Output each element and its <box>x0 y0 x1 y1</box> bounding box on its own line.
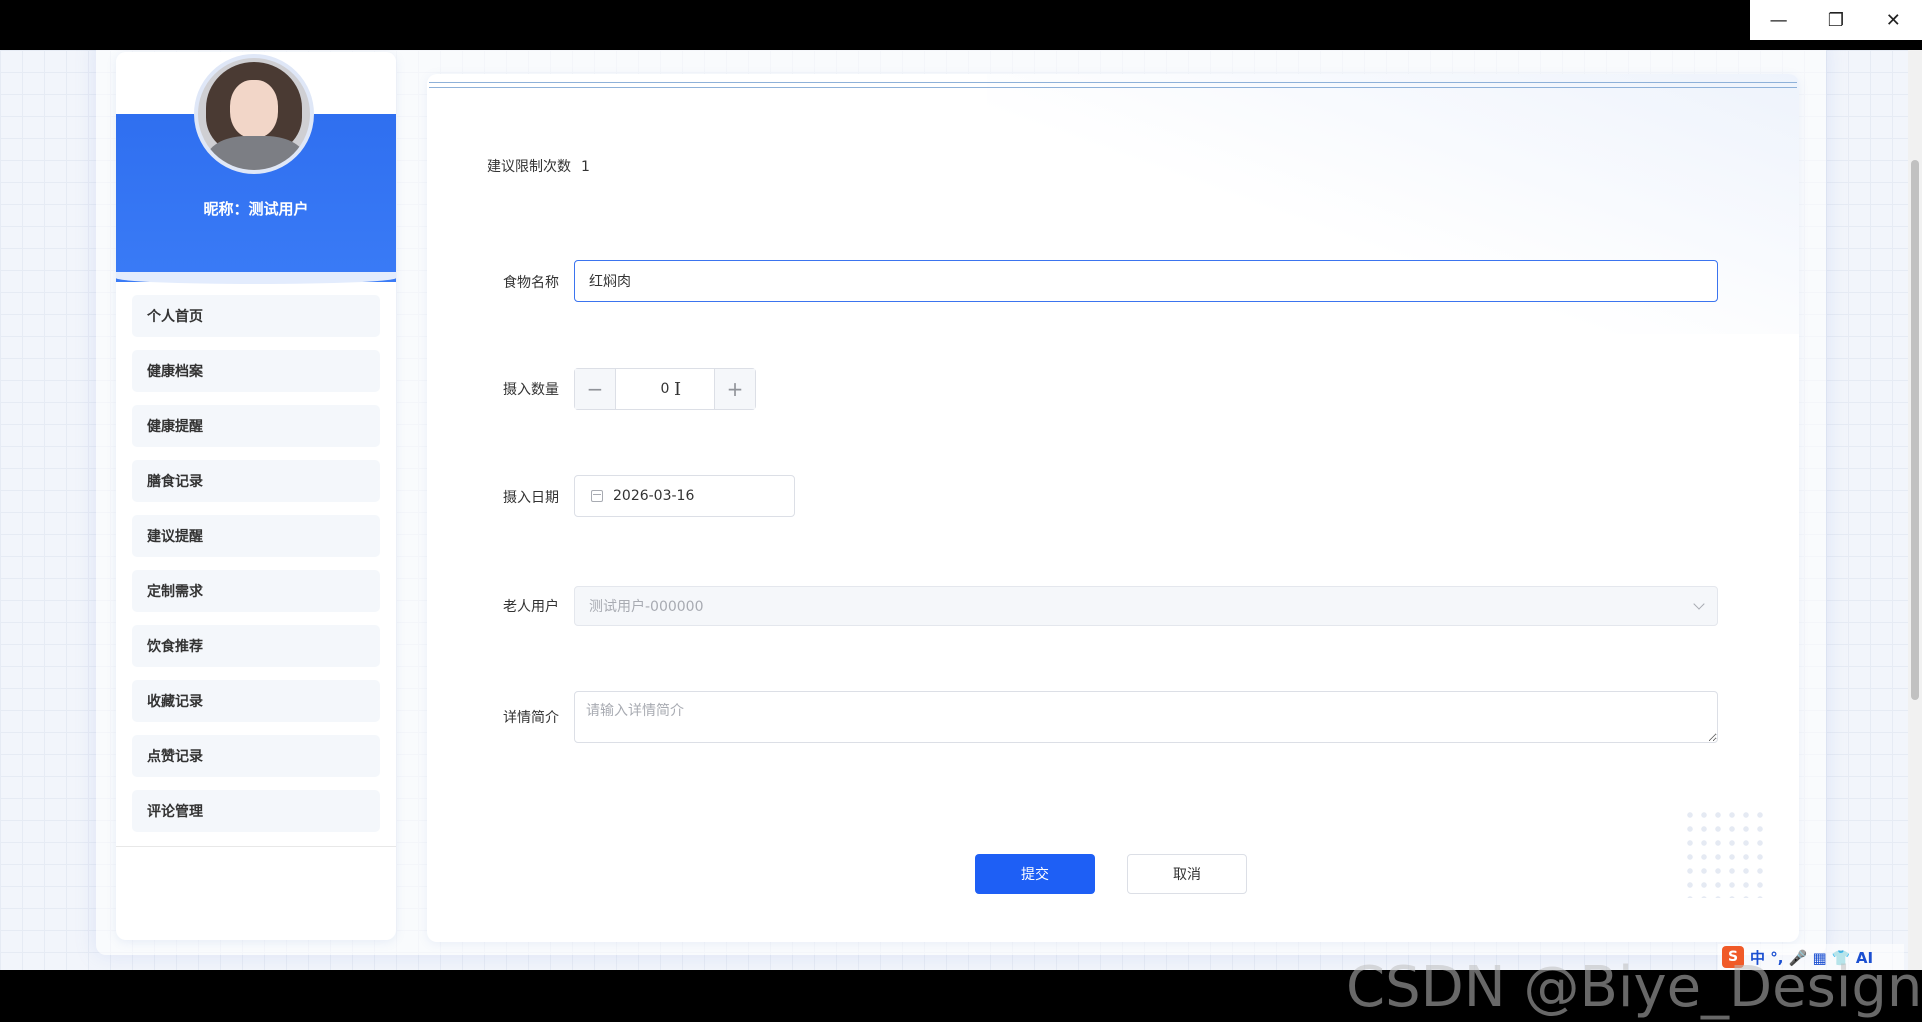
sidebar-divider <box>116 846 396 847</box>
detail-textarea[interactable] <box>574 691 1718 743</box>
page-viewport: 昵称：测试用户 个人首页 健康档案 健康提醒 膳食记录 建议提醒 定制需求 饮食… <box>0 50 1922 970</box>
sidebar-item-diet-recommendations[interactable]: 饮食推荐 <box>132 625 380 667</box>
quantity-label: 摄入数量 <box>503 382 559 398</box>
calendar-icon <box>591 490 603 502</box>
profile-wave-decoration <box>116 272 396 284</box>
quantity-stepper: − 0 I + <box>574 368 756 410</box>
date-value: 2026-03-16 <box>613 488 695 504</box>
user-nickname: 昵称：测试用户 <box>203 200 309 218</box>
elder-user-select[interactable]: 测试用户-000000 <box>574 586 1718 626</box>
page-scrollbar[interactable] <box>1908 50 1922 970</box>
panel-top-border <box>429 82 1797 88</box>
submit-button[interactable]: 提交 <box>975 854 1095 894</box>
food-name-label: 食物名称 <box>503 275 559 291</box>
diet-record-form-panel: 建议限制次数 1 食物名称 红焖肉 摄入数量 − 0 I + 摄入日期 2026-… <box>427 74 1799 942</box>
sidebar-item-health-records[interactable]: 健康档案 <box>132 350 380 392</box>
window-controls: — ❐ ✕ <box>1750 0 1922 40</box>
limit-value: 1 <box>581 159 590 175</box>
watermark: CSDN @Biye_Design <box>1346 955 1922 1020</box>
increment-button[interactable]: + <box>714 369 755 409</box>
decrement-button[interactable]: − <box>575 369 616 409</box>
date-label: 摄入日期 <box>503 490 559 506</box>
avatar[interactable] <box>194 54 314 174</box>
elder-user-value: 测试用户-000000 <box>589 599 704 615</box>
sidebar-item-custom-requests[interactable]: 定制需求 <box>132 570 380 612</box>
sidebar-item-likes[interactable]: 点赞记录 <box>132 735 380 777</box>
minimize-icon[interactable]: — <box>1759 0 1799 40</box>
elder-user-label: 老人用户 <box>503 599 559 615</box>
dot-pattern-decoration <box>1683 808 1763 898</box>
sidebar-item-home[interactable]: 个人首页 <box>132 295 380 337</box>
limit-info: 建议限制次数 1 <box>487 156 590 176</box>
food-name-input[interactable]: 红焖肉 <box>574 260 1718 302</box>
avatar-body <box>206 136 306 170</box>
sidebar-item-favorites[interactable]: 收藏记录 <box>132 680 380 722</box>
profile-card: 昵称：测试用户 <box>116 52 396 284</box>
close-icon[interactable]: ✕ <box>1873 0 1913 40</box>
text-cursor-icon: I <box>674 379 682 400</box>
quantity-value: 0 <box>660 381 670 397</box>
sidebar-item-comments[interactable]: 评论管理 <box>132 790 380 832</box>
window-titlebar: — ❐ ✕ <box>0 0 1922 50</box>
scrollbar-thumb[interactable] <box>1911 160 1919 700</box>
detail-label: 详情简介 <box>503 710 559 726</box>
sidebar-item-advice-reminders[interactable]: 建议提醒 <box>132 515 380 557</box>
chevron-down-icon <box>1693 598 1705 610</box>
user-sidebar: 昵称：测试用户 个人首页 健康档案 健康提醒 膳食记录 建议提醒 定制需求 饮食… <box>116 52 396 940</box>
sidebar-item-meal-records[interactable]: 膳食记录 <box>132 460 380 502</box>
restore-icon[interactable]: ❐ <box>1816 0 1856 40</box>
sidebar-item-health-reminders[interactable]: 健康提醒 <box>132 405 380 447</box>
limit-label: 建议限制次数 <box>487 159 571 175</box>
date-picker-input[interactable]: 2026-03-16 <box>574 475 795 517</box>
sidebar-menu: 个人首页 健康档案 健康提醒 膳食记录 建议提醒 定制需求 饮食推荐 收藏记录 … <box>116 295 396 847</box>
cancel-button[interactable]: 取消 <box>1127 854 1247 894</box>
quantity-input[interactable]: 0 I <box>616 369 714 409</box>
avatar-face <box>230 80 278 138</box>
